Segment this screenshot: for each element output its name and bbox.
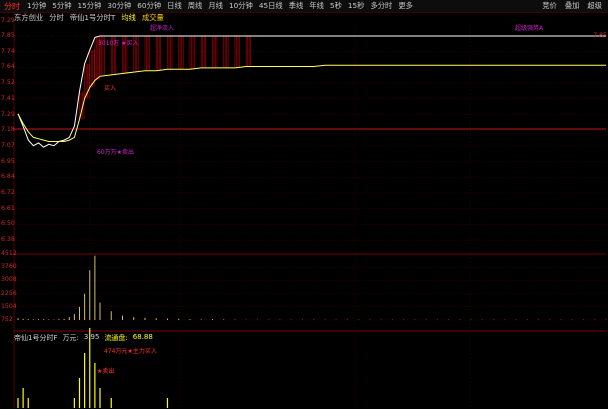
volume-tick-label: 2256 xyxy=(1,289,17,297)
annotation-ind-buy: 474万元★主力买入 xyxy=(104,348,157,355)
price-axis-top-label: 7.29 xyxy=(1,17,15,24)
annotation-buy-big: 3010万 ★买入 xyxy=(98,40,139,47)
indicator-value: 3.95 xyxy=(83,333,100,341)
price-tick-label: 7.18 xyxy=(1,126,15,134)
indicator-unit: 万元: xyxy=(62,334,79,342)
volume-tick-label: 3008 xyxy=(1,276,17,284)
price-tick-label: 6.95 xyxy=(1,157,15,165)
price-tick-label: 7.29 xyxy=(1,110,15,118)
annotation-sell: 60万万★卖出 xyxy=(97,149,135,156)
price-tick-label: 6.38 xyxy=(1,236,15,244)
volume-tick-label: 4512 xyxy=(1,250,17,257)
indicator-header: 帝仙1号分时F 万元: 3.95 流通盘: 68.88 xyxy=(14,333,153,343)
indicator-name: 帝仙1号分时F xyxy=(14,334,58,342)
price-tick-label: 7.64 xyxy=(1,63,15,71)
price-tick-label: 7.52 xyxy=(1,79,15,87)
price-tick-label: 6.72 xyxy=(1,189,15,196)
volume-tick-label: 752 xyxy=(1,316,13,323)
annotation-buy: 买入 xyxy=(104,85,117,92)
price-tick-label: 6.50 xyxy=(1,220,15,228)
intraday-chart[interactable] xyxy=(0,0,608,409)
price-tick-label: 6.61 xyxy=(1,204,15,212)
price-tick-label: 7.85 xyxy=(1,32,15,39)
flow-value: 68.88 xyxy=(132,333,153,341)
annotation-ind-sell: ★卖出 xyxy=(97,368,115,375)
price-tick-label: 7.74 xyxy=(1,47,15,55)
annotation-strength: 超级强势A xyxy=(515,25,544,32)
price-tick-label: 7.41 xyxy=(1,94,15,102)
flow-label: 流通盘: xyxy=(104,334,128,342)
volume-tick-label: 3760 xyxy=(1,263,17,271)
volume-tick-label: 1504 xyxy=(1,302,17,310)
price-tick-label: 7.07 xyxy=(1,141,15,149)
price-tick-label: 6.84 xyxy=(1,173,15,181)
annotation-inflow: 超净流入 xyxy=(150,25,175,32)
price-axis-right-label: 7.85 xyxy=(593,32,607,39)
